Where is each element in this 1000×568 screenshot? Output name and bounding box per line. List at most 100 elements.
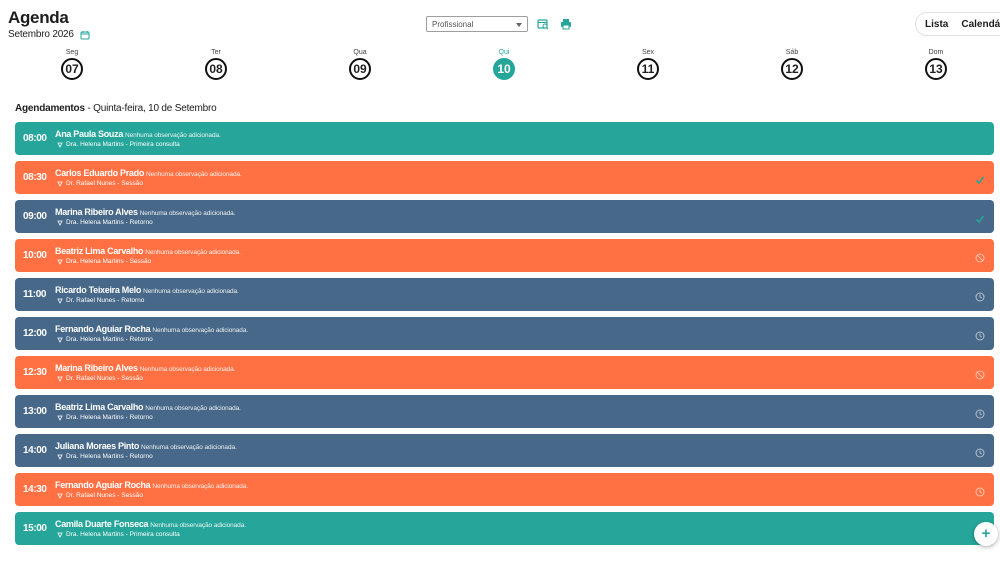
appointment-time: 08:00 — [23, 133, 47, 144]
appointment-patient: Beatriz Lima Carvalho Nenhuma observação … — [55, 246, 241, 256]
appointment-professional-type: Dra. Helena Martins - Retorno — [66, 219, 153, 226]
appointment-row[interactable]: 15:00 Camila Duarte Fonseca Nenhuma observ… — [15, 512, 994, 545]
day-name: Sex — [641, 49, 655, 56]
appointment-professional-type: Dra. Helena Martins - Retorno — [66, 414, 153, 421]
pending-clock-icon[interactable] — [975, 484, 985, 497]
appointment-note: Nenhuma observação adicionada. — [143, 288, 239, 295]
calendar-icon[interactable] — [80, 30, 90, 40]
appointment-meta: Dr. Rafael Nunes - Sessão — [57, 375, 143, 382]
appointment-row[interactable]: 12:00 Fernando Aguiar Rocha Nenhuma observ… — [15, 317, 994, 350]
appointment-row[interactable]: 09:00 Marina Ribeiro Alves Nenhuma observa… — [15, 200, 994, 233]
appointment-row[interactable]: 14:30 Fernando Aguiar Rocha Nenhuma observ… — [15, 473, 994, 506]
appointment-time: 14:30 — [23, 484, 47, 495]
calendar-search-icon[interactable] — [537, 17, 549, 30]
day-6[interactable]: Dom 13 — [916, 48, 956, 80]
day-1[interactable]: Ter 08 — [196, 48, 236, 80]
view-calendar-option[interactable]: Calendário — [961, 19, 1000, 30]
day-0[interactable]: Seg 07 — [52, 48, 92, 80]
view-list-option[interactable]: Lista — [925, 19, 948, 30]
day-2[interactable]: Qua 09 — [340, 48, 380, 80]
patient-name: Marina Ribeiro Alves — [55, 207, 138, 217]
appointment-row[interactable]: 10:00 Beatriz Lima Carvalho Nenhuma observ… — [15, 239, 994, 272]
appointment-patient: Juliana Moraes Pinto Nenhuma observação a… — [55, 441, 237, 451]
view-toggle: Lista Calendário — [915, 12, 1000, 36]
appointment-time: 12:00 — [23, 328, 47, 339]
appointment-meta: Dra. Helena Martins - Primeira consulta — [57, 531, 180, 538]
appointment-time: 14:00 — [23, 445, 47, 456]
patient-name: Beatriz Lima Carvalho — [55, 246, 144, 256]
appointment-row[interactable]: 08:30 Carlos Eduardo Prado Nenhuma observa… — [15, 161, 994, 194]
appointment-patient: Camila Duarte Fonseca Nenhuma observação … — [55, 519, 246, 529]
appointment-time: 13:00 — [23, 406, 47, 417]
add-appointment-button[interactable]: + — [974, 522, 998, 546]
pending-clock-icon[interactable] — [975, 445, 985, 458]
patient-name: Beatriz Lima Carvalho — [55, 402, 144, 412]
print-icon[interactable] — [560, 17, 572, 30]
day-number: 10 — [493, 58, 515, 80]
section-label: Agendamentos — [15, 103, 85, 114]
appointment-professional-type: Dra. Helena Martins - Primeira consulta — [66, 141, 180, 148]
day-number: 11 — [637, 58, 659, 80]
stethoscope-icon — [57, 181, 63, 187]
appointment-row[interactable]: 11:00 Ricardo Teixeira Melo Nenhuma observ… — [15, 278, 994, 311]
appointment-note: Nenhuma observação adicionada. — [139, 210, 236, 217]
appointment-time: 15:00 — [23, 523, 47, 534]
appointment-row[interactable]: 12:30 Marina Ribeiro Alves Nenhuma observa… — [15, 356, 994, 389]
appointment-patient: Beatriz Lima Carvalho Nenhuma observação … — [55, 402, 241, 412]
appointment-patient: Carlos Eduardo Prado Nenhuma observação a… — [55, 168, 242, 178]
appointment-patient: Marina Ribeiro Alves Nenhuma observação a… — [55, 363, 235, 373]
page-title: Agenda — [8, 8, 69, 27]
cancelled-icon[interactable] — [975, 250, 985, 263]
stethoscope-icon — [57, 376, 63, 382]
day-name: Ter — [211, 49, 221, 56]
appointment-meta: Dra. Helena Martins - Retorno — [57, 453, 153, 460]
patient-name: Camila Duarte Fonseca — [55, 519, 149, 529]
stethoscope-icon — [57, 493, 63, 499]
appointment-professional-type: Dra. Helena Martins - Retorno — [66, 336, 153, 343]
day-5[interactable]: Sáb 12 — [772, 48, 812, 80]
professional-select[interactable]: Profissional — [426, 16, 528, 32]
stethoscope-icon — [57, 532, 63, 538]
appointment-list: 08:00 Ana Paula Souza Nenhuma observação a… — [15, 122, 994, 551]
pending-clock-icon[interactable] — [975, 289, 985, 302]
appointment-row[interactable]: 14:00 Juliana Moraes Pinto Nenhuma observa… — [15, 434, 994, 467]
appointment-row[interactable]: 13:00 Beatriz Lima Carvalho Nenhuma observ… — [15, 395, 994, 428]
patient-name: Juliana Moraes Pinto — [55, 441, 140, 451]
appointment-professional-type: Dr. Rafael Nunes - Sessão — [66, 375, 143, 382]
day-4[interactable]: Sex 11 — [628, 48, 668, 80]
confirmed-check-icon[interactable] — [975, 211, 985, 224]
month-text: Setembro 2026 — [8, 29, 74, 40]
stethoscope-icon — [57, 298, 63, 304]
patient-name: Fernando Aguiar Rocha — [55, 324, 151, 334]
appointment-time: 10:00 — [23, 250, 47, 261]
appointment-time: 08:30 — [23, 172, 47, 183]
pending-clock-icon[interactable] — [975, 328, 985, 341]
day-number: 07 — [61, 58, 83, 80]
day-number: 12 — [781, 58, 803, 80]
stethoscope-icon — [57, 142, 63, 148]
chevron-down-icon — [516, 23, 522, 27]
stethoscope-icon — [57, 259, 63, 265]
appointment-patient: Fernando Aguiar Rocha Nenhuma observação … — [55, 480, 248, 490]
stethoscope-icon — [57, 415, 63, 421]
appointment-professional-type: Dr. Rafael Nunes - Sessão — [66, 180, 143, 187]
cancelled-icon[interactable] — [975, 367, 985, 380]
appointment-professional-type: Dra. Helena Martins - Primeira consulta — [66, 531, 180, 538]
stethoscope-icon — [57, 220, 63, 226]
appointment-time: 12:30 — [23, 367, 47, 378]
section-heading: Agendamentos - Quinta-feira, 10 de Setem… — [15, 103, 217, 114]
day-name: Qui — [498, 49, 510, 56]
appointment-meta: Dra. Helena Martins - Retorno — [57, 336, 153, 343]
confirmed-check-icon[interactable] — [975, 172, 985, 185]
day-3-selected[interactable]: Qui 10 — [484, 48, 524, 80]
week-strip: Seg 07 Ter 08 Qua 09 Qui 10 Sex 11 Sáb 12 Dom 1… — [0, 48, 1000, 82]
day-name: Sáb — [785, 49, 799, 56]
appointment-professional-type: Dr. Rafael Nunes - Retorno — [66, 297, 145, 304]
day-number: 08 — [205, 58, 227, 80]
appointment-row[interactable]: 08:00 Ana Paula Souza Nenhuma observação a… — [15, 122, 994, 155]
appointment-patient: Ricardo Teixeira Melo Nenhuma observação … — [55, 285, 239, 295]
professional-select-value: Profissional — [432, 19, 474, 29]
appointment-note: Nenhuma observação adicionada. — [152, 483, 249, 490]
pending-clock-icon[interactable] — [975, 406, 985, 419]
patient-name: Carlos Eduardo Prado — [55, 168, 145, 178]
